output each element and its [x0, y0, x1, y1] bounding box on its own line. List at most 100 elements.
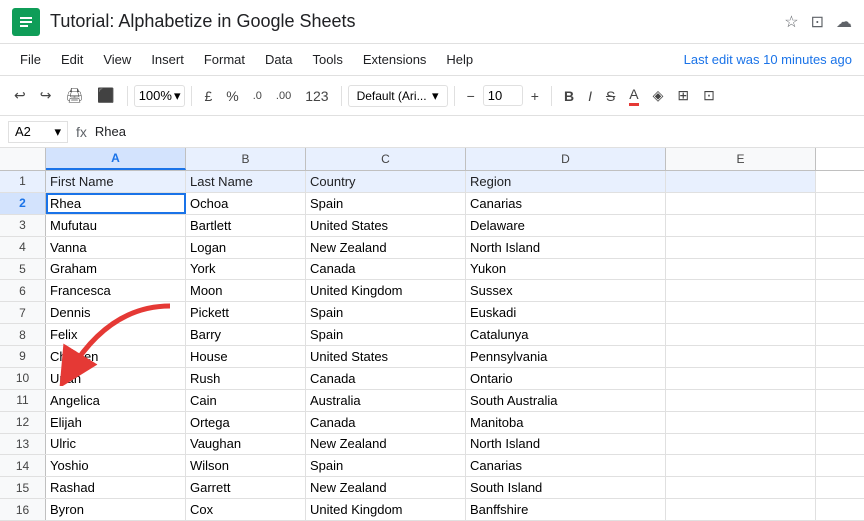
menu-format[interactable]: Format: [196, 48, 253, 71]
cell-a3[interactable]: Mufutau: [46, 215, 186, 236]
row-number[interactable]: 2: [0, 193, 46, 214]
cell-c3[interactable]: United States: [306, 215, 466, 236]
row-number[interactable]: 6: [0, 280, 46, 301]
cell-b15[interactable]: Garrett: [186, 477, 306, 498]
cell-c4[interactable]: New Zealand: [306, 237, 466, 258]
cell-c16[interactable]: United Kingdom: [306, 499, 466, 520]
row-number[interactable]: 12: [0, 412, 46, 433]
cell-d6[interactable]: Sussex: [466, 280, 666, 301]
cell-e6[interactable]: [666, 280, 816, 301]
cell-a11[interactable]: Angelica: [46, 390, 186, 411]
row-number[interactable]: 8: [0, 324, 46, 345]
col-header-e[interactable]: E: [666, 148, 816, 170]
cell-e11[interactable]: [666, 390, 816, 411]
redo-button[interactable]: ↪: [34, 83, 58, 108]
merge-button[interactable]: ⊡: [697, 83, 721, 108]
row-number[interactable]: 14: [0, 455, 46, 476]
cell-e3[interactable]: [666, 215, 816, 236]
decimal00-button[interactable]: .00: [270, 86, 297, 106]
cell-e9[interactable]: [666, 346, 816, 367]
increase-font-button[interactable]: +: [525, 84, 545, 108]
cell-b4[interactable]: Logan: [186, 237, 306, 258]
bold-button[interactable]: B: [558, 84, 580, 108]
cell-reference[interactable]: A2 ▾: [8, 121, 68, 143]
cell-e1[interactable]: [666, 171, 816, 192]
cell-c12[interactable]: Canada: [306, 412, 466, 433]
zoom-selector[interactable]: 100% ▾: [134, 85, 186, 107]
cell-b8[interactable]: Barry: [186, 324, 306, 345]
cell-b11[interactable]: Cain: [186, 390, 306, 411]
font-selector[interactable]: Default (Ari... ▾: [348, 85, 448, 107]
cell-d12[interactable]: Manitoba: [466, 412, 666, 433]
cell-b12[interactable]: Ortega: [186, 412, 306, 433]
cell-a10[interactable]: Uriah: [46, 368, 186, 389]
cell-e16[interactable]: [666, 499, 816, 520]
row-number[interactable]: 10: [0, 368, 46, 389]
fill-color-button[interactable]: ◈: [647, 83, 670, 108]
cell-b2[interactable]: Ochoa: [186, 193, 306, 214]
cell-b3[interactable]: Bartlett: [186, 215, 306, 236]
text-color-button[interactable]: A: [623, 82, 644, 110]
cell-e7[interactable]: [666, 302, 816, 323]
cell-c11[interactable]: Australia: [306, 390, 466, 411]
cell-b10[interactable]: Rush: [186, 368, 306, 389]
cell-b7[interactable]: Pickett: [186, 302, 306, 323]
menu-view[interactable]: View: [95, 48, 139, 71]
menu-file[interactable]: File: [12, 48, 49, 71]
cell-d3[interactable]: Delaware: [466, 215, 666, 236]
cell-d2[interactable]: Canarias: [466, 193, 666, 214]
cell-a13[interactable]: Ulric: [46, 434, 186, 455]
star-icon[interactable]: ☆: [784, 12, 798, 32]
cell-c10[interactable]: Canada: [306, 368, 466, 389]
cell-b16[interactable]: Cox: [186, 499, 306, 520]
row-number[interactable]: 9: [0, 346, 46, 367]
row-number[interactable]: 15: [0, 477, 46, 498]
menu-data[interactable]: Data: [257, 48, 300, 71]
cell-e14[interactable]: [666, 455, 816, 476]
menu-edit[interactable]: Edit: [53, 48, 91, 71]
cell-a8[interactable]: Felix: [46, 324, 186, 345]
cell-a2[interactable]: Rhea: [46, 193, 186, 214]
paint-format-button[interactable]: ⬛: [91, 83, 120, 108]
cell-c13[interactable]: New Zealand: [306, 434, 466, 455]
percent-button[interactable]: %: [220, 84, 244, 108]
cell-e13[interactable]: [666, 434, 816, 455]
cell-b13[interactable]: Vaughan: [186, 434, 306, 455]
cell-d4[interactable]: North Island: [466, 237, 666, 258]
cell-c2[interactable]: Spain: [306, 193, 466, 214]
borders-button[interactable]: ⊞: [671, 83, 695, 108]
menu-tools[interactable]: Tools: [304, 48, 350, 71]
cell-b9[interactable]: House: [186, 346, 306, 367]
cell-d7[interactable]: Euskadi: [466, 302, 666, 323]
cell-a15[interactable]: Rashad: [46, 477, 186, 498]
number-format-button[interactable]: 123: [299, 84, 334, 108]
cell-a12[interactable]: Elijah: [46, 412, 186, 433]
menu-help[interactable]: Help: [438, 48, 481, 71]
cell-b5[interactable]: York: [186, 259, 306, 280]
cell-a5[interactable]: Graham: [46, 259, 186, 280]
undo-button[interactable]: ↩: [8, 83, 32, 108]
col-header-c[interactable]: C: [306, 148, 466, 170]
row-number[interactable]: 13: [0, 434, 46, 455]
col-header-b[interactable]: B: [186, 148, 306, 170]
cell-d11[interactable]: South Australia: [466, 390, 666, 411]
row-number[interactable]: 4: [0, 237, 46, 258]
decrease-font-button[interactable]: −: [461, 84, 481, 108]
italic-button[interactable]: I: [582, 84, 598, 108]
cell-d1[interactable]: Region: [466, 171, 666, 192]
cell-c8[interactable]: Spain: [306, 324, 466, 345]
cell-d16[interactable]: Banffshire: [466, 499, 666, 520]
cell-c6[interactable]: United Kingdom: [306, 280, 466, 301]
history-icon[interactable]: ⊡: [811, 12, 824, 32]
cell-a4[interactable]: Vanna: [46, 237, 186, 258]
strikethrough-button[interactable]: S: [600, 84, 621, 108]
menu-extensions[interactable]: Extensions: [355, 48, 435, 71]
cell-b6[interactable]: Moon: [186, 280, 306, 301]
row-number[interactable]: 3: [0, 215, 46, 236]
cell-c14[interactable]: Spain: [306, 455, 466, 476]
cell-d15[interactable]: South Island: [466, 477, 666, 498]
cell-a7[interactable]: Dennis: [46, 302, 186, 323]
cell-d8[interactable]: Catalunya: [466, 324, 666, 345]
cell-e2[interactable]: [666, 193, 816, 214]
currency-button[interactable]: £: [198, 84, 218, 108]
